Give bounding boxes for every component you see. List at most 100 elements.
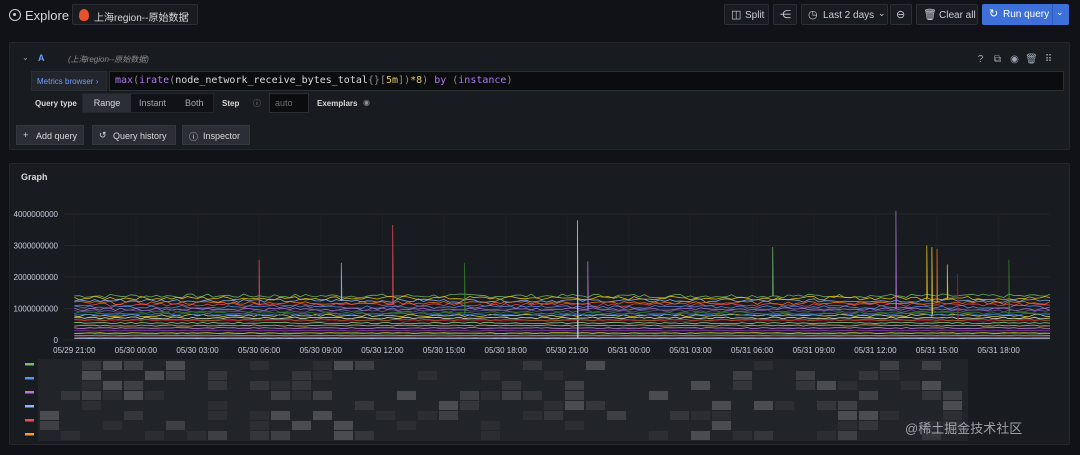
metrics-browser-button[interactable]: Metrics browser › — [31, 71, 107, 91]
chevron-down-icon[interactable]: ⌄ — [1056, 7, 1064, 18]
query-type-label: Query type — [35, 99, 77, 108]
legend-blur-block — [250, 431, 269, 440]
legend-blur-block — [439, 401, 458, 410]
legend-blur-block — [502, 391, 521, 400]
legend-blur-block — [859, 371, 878, 380]
legend-blur-block — [355, 361, 374, 370]
legend-blur-block — [586, 401, 605, 410]
query-expression-input[interactable]: max(irate(node_network_receive_bytes_tot… — [109, 71, 1064, 91]
chevron-down-icon: ⌄ — [878, 8, 886, 18]
legend-blur-block — [817, 431, 836, 440]
help-icon[interactable]: ? — [972, 54, 989, 65]
legend-blur-block — [355, 431, 374, 440]
legend-blur-block — [859, 421, 878, 430]
legend-blur-block — [733, 371, 752, 380]
legend-blur-block — [313, 411, 332, 420]
legend-blur-block — [271, 391, 290, 400]
series-line — [74, 312, 1051, 316]
legend-blur-block — [712, 411, 731, 420]
add-query-button[interactable]: + Add query — [16, 125, 84, 145]
x-tick-label: 05/31 18:00 — [978, 346, 1021, 355]
legend-blur-block — [859, 411, 878, 420]
legend-blur-block — [334, 421, 353, 430]
legend-blur-block — [691, 431, 710, 440]
share-button[interactable]: ⋲ — [773, 4, 797, 25]
legend-blur-block — [439, 411, 458, 420]
legend-blur-block — [691, 411, 710, 420]
legend-blur-block — [586, 361, 605, 370]
legend-blur-block — [607, 411, 626, 420]
series-line — [74, 332, 1051, 334]
legend-blur-block — [124, 361, 143, 370]
eye-icon[interactable]: ◉ — [1006, 54, 1023, 65]
legend-blur-block — [124, 411, 143, 420]
trash-icon[interactable]: 🗑 — [1023, 54, 1040, 65]
legend-blur-block — [313, 371, 332, 380]
run-query-button[interactable]: ↻ Run query ⌄ — [982, 4, 1069, 25]
legend-blur-block — [712, 421, 731, 430]
legend-blur-block — [82, 361, 101, 370]
legend-blur-block — [565, 421, 584, 430]
x-tick-label: 05/30 03:00 — [176, 346, 219, 355]
x-tick-label: 05/31 03:00 — [669, 346, 712, 355]
legend-blur-block — [40, 411, 59, 420]
explore-icon — [9, 9, 21, 21]
drag-handle-icon[interactable]: ⠿ — [1040, 54, 1057, 65]
legend-blur-block — [313, 361, 332, 370]
duplicate-icon[interactable]: ⧉ — [989, 54, 1006, 65]
legend-blur-block — [166, 361, 185, 370]
legend-blur-block — [271, 381, 290, 390]
legend-blur-block — [922, 361, 941, 370]
split-icon: ◫ — [731, 9, 742, 21]
query-type-both[interactable]: Both — [185, 98, 204, 108]
trash-icon: 🗑 — [923, 9, 937, 21]
y-tick-label: 1000000000 — [14, 305, 59, 314]
legend-blur-block — [82, 401, 101, 410]
legend-blur-block — [775, 401, 794, 410]
time-series-chart[interactable]: 0 1000000000 2000000000 3000000000 400000000… — [10, 164, 1070, 445]
legend-blur-block — [208, 411, 227, 420]
legend-blur-block — [40, 421, 59, 430]
datasource-picker[interactable]: 上海region--原始数据 ⌄ — [72, 4, 198, 25]
time-range-picker[interactable]: ◷ Last 2 days ⌄ — [801, 4, 888, 25]
collapse-chevron-icon[interactable]: ⌄ — [22, 53, 29, 62]
legend-blur-block — [523, 411, 542, 420]
legend-blur-block — [922, 391, 941, 400]
clock-icon: ◷ — [808, 9, 818, 21]
legend-blur-block — [880, 361, 899, 370]
x-tick-label: 05/30 00:00 — [115, 346, 158, 355]
clear-all-button[interactable]: 🗑 Clear all — [916, 4, 978, 25]
legend-blur-block — [523, 391, 542, 400]
inspector-label: Inspector — [203, 131, 241, 141]
x-tick-label: 05/31 09:00 — [793, 346, 836, 355]
series-line — [74, 318, 1051, 322]
query-type-range[interactable]: Range — [83, 94, 131, 112]
expression-token: irate — [139, 75, 170, 86]
legend-blur-block — [754, 401, 773, 410]
x-tick-label: 05/29 21:00 — [53, 346, 96, 355]
time-range-label: Last 2 days — [823, 10, 875, 21]
split-button[interactable]: ◫ Split — [724, 4, 769, 25]
legend-blur-block — [754, 361, 773, 370]
legend-swatch — [25, 363, 34, 366]
info-icon[interactable]: ⓘ — [253, 98, 261, 109]
step-input[interactable]: auto — [269, 93, 309, 113]
legend-blur-block — [61, 391, 80, 400]
legend-blur-block — [82, 391, 101, 400]
query-history-button[interactable]: ↺ Query history — [92, 125, 176, 145]
exemplars-toggle-icon[interactable]: ◉ — [363, 98, 370, 107]
y-tick-label: 3000000000 — [14, 242, 59, 251]
zoom-out-button[interactable]: ⊖ — [890, 4, 912, 25]
query-type-instant[interactable]: Instant — [139, 98, 166, 108]
legend-blur-block — [124, 381, 143, 390]
legend-blur-block — [943, 401, 962, 410]
add-query-label: Add query — [36, 131, 78, 141]
series-line — [74, 245, 1051, 301]
legend-blur-block — [376, 411, 395, 420]
inspector-button[interactable]: ⓘ Inspector — [182, 125, 250, 145]
legend-blur-block — [733, 431, 752, 440]
query-ref-id[interactable]: A — [38, 53, 45, 63]
legend-swatch — [25, 391, 34, 394]
legend-blur-block — [796, 381, 815, 390]
legend-blur-block — [460, 391, 479, 400]
